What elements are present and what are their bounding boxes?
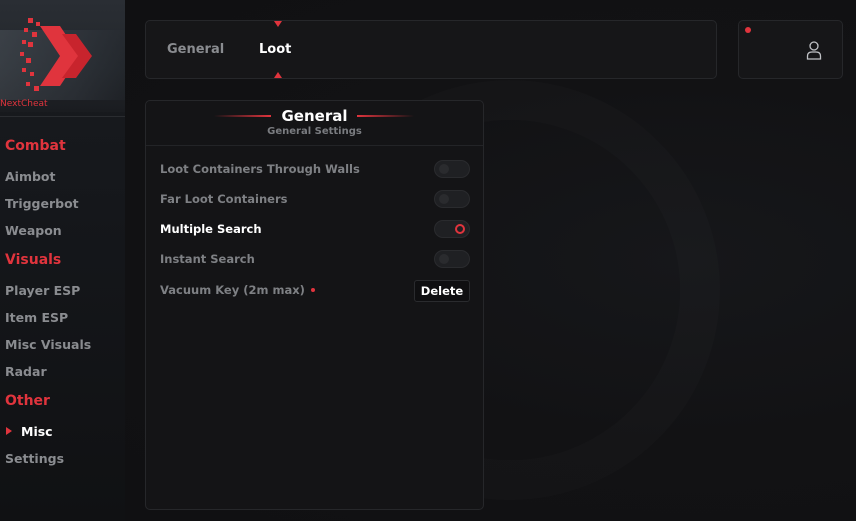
tab-loot[interactable]: Loot [259,42,291,57]
sidebar-category-combat: Combat [5,138,66,154]
option-label: Far Loot Containers [160,192,288,206]
settings-panel: General General Settings Loot Containers… [145,100,484,510]
notification-dot [745,27,751,33]
chevron-logo-icon [20,18,92,91]
toggle-knob [455,224,465,234]
sidebar-item-triggerbot[interactable]: Triggerbot [5,196,79,211]
option-multiple-search: Multiple Search [160,220,470,240]
sidebar-divider [0,116,125,117]
sidebar-item-misc[interactable]: Misc [21,424,53,439]
user-icon[interactable] [806,40,822,60]
option-instant-search: Instant Search [160,250,470,270]
brand-name: NextCheat [0,99,48,109]
option-label: Multiple Search [160,222,262,236]
toggle-loot-containers-through-walls[interactable] [434,160,470,178]
toggle-multiple-search[interactable] [434,220,470,238]
sidebar-category-other: Other [5,393,50,409]
keybind-button-vacuum-key[interactable]: Delete [414,280,470,302]
option-loot-containers-through-walls: Loot Containers Through Walls [160,160,470,180]
option-label: Vacuum Key (2m max) [160,283,305,297]
tab-indicator-bottom-icon [274,72,282,78]
toggle-instant-search[interactable] [434,250,470,268]
sidebar-item-item-esp[interactable]: Item ESP [5,310,68,325]
tab-general[interactable]: General [167,42,224,57]
sidebar-category-visuals: Visuals [5,252,62,268]
sidebar-item-player-esp[interactable]: Player ESP [5,283,80,298]
toggle-knob [439,254,449,264]
option-far-loot-containers: Far Loot Containers [160,190,470,210]
tab-bar: General Loot [145,20,717,79]
user-panel[interactable] [738,20,843,79]
sidebar: NextCheat Combat Aimbot Triggerbot Weapo… [0,0,125,521]
panel-title: General [281,107,348,125]
option-vacuum-key: Vacuum Key (2m max) Delete [160,280,470,302]
option-label: Loot Containers Through Walls [160,162,360,176]
sidebar-item-settings[interactable]: Settings [5,451,64,466]
sidebar-item-misc-visuals[interactable]: Misc Visuals [5,337,91,352]
triangle-right-icon [6,427,12,435]
sidebar-item-aimbot[interactable]: Aimbot [5,169,56,184]
option-label: Instant Search [160,252,255,266]
sidebar-item-weapon[interactable]: Weapon [5,223,62,238]
keybind-indicator-dot [311,288,315,292]
toggle-far-loot-containers[interactable] [434,190,470,208]
panel-subtitle: General Settings [267,126,362,137]
tab-indicator-top-icon [274,21,282,27]
toggle-knob [439,194,449,204]
panel-divider [146,145,483,146]
toggle-knob [439,164,449,174]
sidebar-item-radar[interactable]: Radar [5,364,47,379]
